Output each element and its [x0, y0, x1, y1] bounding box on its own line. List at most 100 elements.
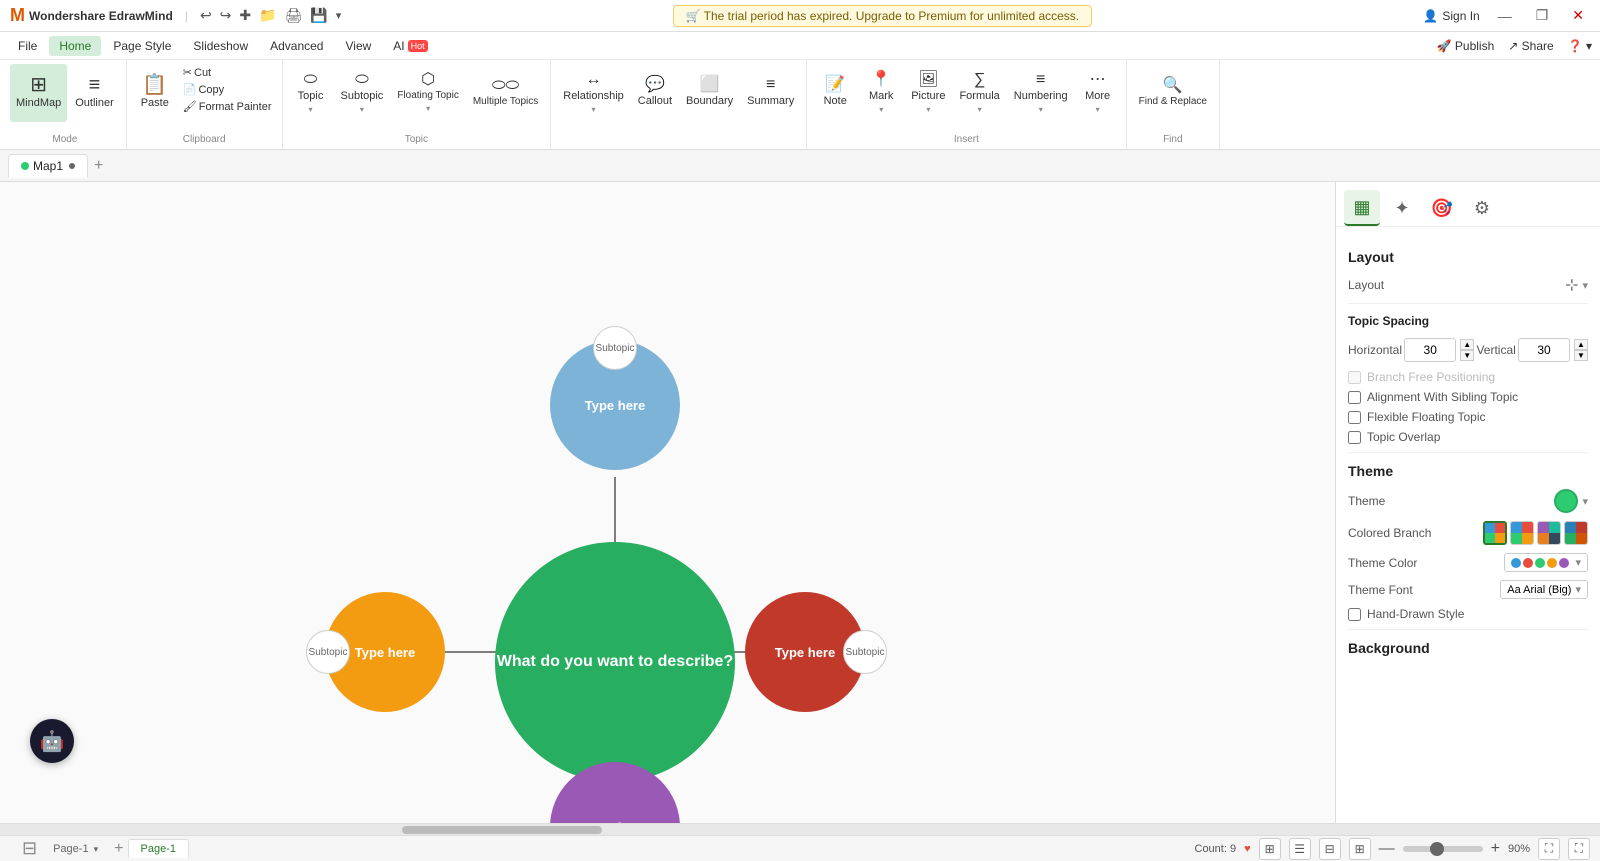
menu-slideshow[interactable]: Slideshow	[183, 36, 258, 56]
redo-icon[interactable]: ↪	[220, 7, 232, 24]
close-btn[interactable]: ✕	[1566, 7, 1590, 24]
cb-btn-1[interactable]	[1483, 521, 1507, 545]
help-btn[interactable]: ❓ ▾	[1568, 39, 1592, 53]
topic-btn[interactable]: ⬭ Topic ▾	[289, 64, 333, 122]
zoom-slider[interactable]	[1403, 846, 1483, 852]
fullscreen-btn[interactable]: ⛶	[1568, 838, 1590, 860]
horizontal-input[interactable]	[1404, 338, 1456, 362]
menu-home[interactable]: Home	[49, 36, 101, 56]
open-icon[interactable]: 📁	[259, 7, 276, 24]
paste-btn[interactable]: 📋 Paste	[133, 64, 177, 122]
flexible-checkbox[interactable]	[1348, 411, 1361, 424]
cut-btn[interactable]: ✂ Cut	[179, 64, 276, 81]
cb-btn-2[interactable]	[1510, 521, 1534, 545]
publish-btn[interactable]: 🚀 Publish	[1437, 39, 1495, 53]
branch-free-checkbox[interactable]	[1348, 371, 1361, 384]
theme-dropdown-arrow[interactable]: ▾	[1582, 495, 1588, 508]
center-node[interactable]: What do you want to describe?	[495, 542, 735, 782]
theme-circle[interactable]	[1554, 489, 1578, 513]
find-replace-btn[interactable]: 🔍 Find & Replace	[1133, 64, 1213, 122]
subtopic-top[interactable]: Subtopic	[593, 326, 637, 370]
panel-tab-target[interactable]: 🎯	[1424, 190, 1460, 226]
menu-view[interactable]: View	[335, 36, 381, 56]
vertical-up[interactable]: ▲	[1574, 339, 1588, 350]
theme-select[interactable]: ▾	[1554, 489, 1588, 513]
layout-select[interactable]: ⊹ ▾	[1565, 275, 1588, 295]
h-scrollbar[interactable]	[0, 823, 1600, 835]
panel-tab-ai[interactable]: ✦	[1384, 190, 1420, 226]
mindmap-btn[interactable]: ⊞ MindMap	[10, 64, 67, 122]
picture-btn[interactable]: 🖼 Picture ▾	[905, 64, 951, 122]
callout-btn[interactable]: 💬 Callout	[632, 64, 678, 122]
zoom-plus[interactable]: +	[1491, 840, 1500, 858]
page-tab-1-active[interactable]: Page-1	[128, 839, 189, 858]
floating-topic-btn[interactable]: ⬡ Floating Topic ▾	[391, 64, 465, 122]
subtopic-btn[interactable]: ⬭ Subtopic ▾	[335, 64, 390, 122]
more-btn[interactable]: ⋯ More ▾	[1076, 64, 1120, 122]
panel-tab-layout[interactable]: ▦	[1344, 190, 1380, 226]
zoom-minus[interactable]: —	[1379, 840, 1395, 858]
color-dot-3	[1535, 558, 1545, 568]
mark-btn[interactable]: 📍 Mark ▾	[859, 64, 903, 122]
cb-btn-3[interactable]	[1537, 521, 1561, 545]
menu-ai[interactable]: AI Hot	[383, 36, 437, 56]
add-page-btn[interactable]: +	[110, 840, 127, 858]
view-btn-4[interactable]: ⊞	[1349, 838, 1371, 860]
scroll-thumb[interactable]	[402, 826, 602, 834]
relationship-btn[interactable]: ↔ Relationship ▾	[557, 64, 630, 122]
theme-color-bar[interactable]: ▾	[1504, 553, 1588, 572]
print-icon[interactable]: 🖨	[285, 7, 303, 24]
branch-free-row: Branch Free Positioning	[1348, 370, 1588, 384]
floating-dropdown: ▾	[426, 104, 430, 114]
panel-toggle-btn[interactable]: ⊟	[18, 838, 41, 859]
menu-advanced[interactable]: Advanced	[260, 36, 333, 56]
tab-map1[interactable]: Map1	[8, 154, 88, 178]
menu-page-style[interactable]: Page Style	[103, 36, 181, 56]
page-tab-dropdown[interactable]: ▾	[94, 844, 99, 854]
share-btn[interactable]: ↗ Share	[1508, 39, 1553, 53]
horizontal-down[interactable]: ▼	[1460, 350, 1474, 361]
subtopic-right[interactable]: Subtopic	[843, 630, 887, 674]
summary-btn[interactable]: ≡ Summary	[741, 64, 800, 122]
undo-icon[interactable]: ↩	[200, 7, 212, 24]
outliner-btn[interactable]: ≡ Outliner	[69, 64, 120, 122]
status-bar-right: Count: 9 ♥ ⊞ ☰ ⊟ ⊞ — + 90% ⛶ ⛶	[1195, 838, 1591, 860]
note-btn[interactable]: 📝 Note	[813, 64, 857, 122]
subtopic-left[interactable]: Subtopic	[306, 630, 350, 674]
panel-tab-settings[interactable]: ⚙	[1464, 190, 1500, 226]
vertical-input[interactable]	[1518, 338, 1570, 362]
canvas[interactable]: What do you want to describe? Type here …	[0, 182, 1335, 823]
formula-btn[interactable]: ∑ Formula ▾	[953, 64, 1005, 122]
multiple-topics-btn[interactable]: ⬭⬭ Multiple Topics	[467, 64, 544, 122]
boundary-btn[interactable]: ⬜ Boundary	[680, 64, 739, 122]
maximize-btn[interactable]: ❐	[1530, 7, 1555, 24]
layout-dropdown-arrow[interactable]: ▾	[1582, 279, 1588, 292]
view-btn-1[interactable]: ⊞	[1259, 838, 1281, 860]
hand-drawn-checkbox[interactable]	[1348, 608, 1361, 621]
cb-btn-4[interactable]	[1564, 521, 1588, 545]
dropdown-icon[interactable]: ▾	[336, 9, 342, 22]
minimize-btn[interactable]: —	[1492, 8, 1518, 24]
title-bar-left: M Wondershare EdrawMind | ↩ ↪ ✚ 📁 🖨 💾 ▾	[10, 5, 341, 26]
save-icon[interactable]: 💾	[310, 7, 327, 24]
theme-color-dropdown[interactable]: ▾	[1575, 556, 1581, 569]
vertical-down[interactable]: ▼	[1574, 350, 1588, 361]
view-btn-2[interactable]: ☰	[1289, 838, 1311, 860]
view-btn-3[interactable]: ⊟	[1319, 838, 1341, 860]
overlap-checkbox[interactable]	[1348, 431, 1361, 444]
new-icon[interactable]: ✚	[239, 7, 251, 24]
menu-file[interactable]: File	[8, 36, 47, 56]
page-tab-1[interactable]: Page-1 ▾	[41, 840, 110, 858]
float-chat-btn[interactable]: 🤖	[30, 719, 74, 763]
horizontal-up[interactable]: ▲	[1460, 339, 1474, 350]
alignment-checkbox[interactable]	[1348, 391, 1361, 404]
copy-btn[interactable]: 📄 Copy	[179, 81, 276, 98]
paste-icon: 📋	[142, 75, 167, 95]
expand-btn[interactable]: ⛶	[1538, 838, 1560, 860]
theme-font-select[interactable]: Aa Arial (Big) ▾	[1500, 580, 1588, 599]
sign-in-btn[interactable]: 👤 Sign In	[1423, 9, 1479, 23]
trial-bar[interactable]: 🛒 The trial period has expired. Upgrade …	[673, 5, 1093, 27]
add-tab-btn[interactable]: +	[90, 157, 107, 175]
numbering-btn[interactable]: ≡ Numbering ▾	[1008, 64, 1074, 122]
format-painter-btn[interactable]: 🖌 Format Painter	[179, 98, 276, 115]
